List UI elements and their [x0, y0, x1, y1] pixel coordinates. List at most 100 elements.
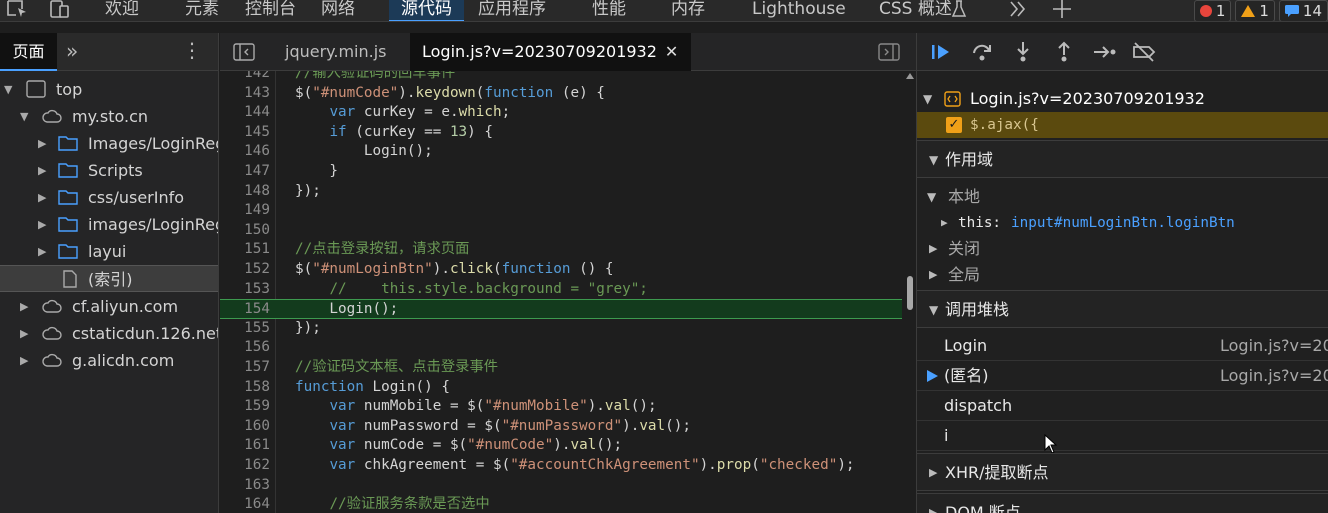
collapsed-triangle-icon[interactable]: ▶	[38, 184, 50, 211]
messages-badge[interactable]: 14	[1278, 0, 1328, 21]
code-line[interactable]: 162 var chkAgreement = $("#accountChkAgr…	[220, 456, 902, 476]
code-view[interactable]: 142 //输入验证码的回车事件 143 $("#numCode").keydown(…	[220, 71, 916, 513]
scope-section-header[interactable]: ▼ 作用域	[917, 140, 1328, 178]
tab-console[interactable]: 控制台	[233, 0, 308, 21]
line-number[interactable]: 153	[220, 280, 270, 300]
callstack-section-header[interactable]: ▼ 调用堆栈	[917, 290, 1328, 328]
tree-item-domain[interactable]: ▶ g.alicdn.com	[0, 347, 218, 374]
scrollbar-thumb[interactable]	[907, 276, 913, 310]
breakpoint-row[interactable]: ✓ $.ajax({	[917, 112, 1328, 138]
tab-page[interactable]: 页面	[0, 33, 57, 71]
collapsed-triangle-icon[interactable]: ▶	[38, 211, 50, 238]
line-number[interactable]: 164	[220, 495, 270, 513]
tree-item-folder[interactable]: ▶ Images/LoginRegi	[0, 130, 218, 157]
line-number[interactable]: 154	[220, 300, 270, 320]
code-line[interactable]: 149	[220, 201, 902, 221]
tree-item-file-selected[interactable]: (索引)	[0, 265, 218, 292]
code-line[interactable]: 151 //点击登录按钮，请求页面	[220, 240, 902, 260]
scope-local-row[interactable]: ▼ 本地	[917, 184, 1328, 210]
code-line[interactable]: 142 //输入验证码的回车事件	[220, 71, 902, 84]
line-number[interactable]: 151	[220, 240, 270, 260]
code-line[interactable]: 153 // this.style.background = "grey";	[220, 280, 902, 300]
toggle-debugger-icon[interactable]	[878, 43, 900, 61]
warnings-badge[interactable]: 1	[1235, 0, 1275, 21]
code-line[interactable]: 145 if (curKey == 13) {	[220, 123, 902, 143]
breakpoint-checkbox[interactable]: ✓	[946, 117, 962, 133]
step-into-icon[interactable]	[1010, 40, 1036, 64]
line-number[interactable]: 157	[220, 358, 270, 378]
tab-welcome[interactable]: 欢迎	[93, 0, 151, 21]
line-number[interactable]: 158	[220, 378, 270, 398]
collapsed-triangle-icon[interactable]: ▶	[941, 210, 953, 236]
line-number[interactable]: 142	[220, 71, 270, 84]
errors-badge[interactable]: 1	[1193, 0, 1232, 21]
line-number[interactable]: 144	[220, 103, 270, 123]
navigator-menu-icon[interactable]: ⋮	[182, 39, 202, 63]
xhr-breakpoints-header[interactable]: ▶ XHR/提取断点	[917, 453, 1328, 491]
expanded-triangle-icon[interactable]: ▼	[923, 86, 935, 112]
scroll-up-arrow-icon[interactable]	[906, 73, 914, 79]
collapsed-triangle-icon[interactable]: ▶	[929, 236, 941, 262]
code-line[interactable]: 157 //验证码文本框、点击登录事件	[220, 358, 902, 378]
code-line[interactable]: 147 }	[220, 162, 902, 182]
scope-this-row[interactable]: ▶ this: input#numLoginBtn.loginBtn	[917, 210, 1328, 236]
device-emulation-icon[interactable]	[48, 0, 72, 18]
inspect-element-icon[interactable]	[6, 0, 30, 18]
line-number[interactable]: 161	[220, 436, 270, 456]
tree-item-domain[interactable]: ▶ cstaticdun.126.net	[0, 320, 218, 347]
callstack-frame-current[interactable]: (匿名) Login.js?v=202	[917, 361, 1328, 391]
tree-item-folder[interactable]: ▶ layui	[0, 238, 218, 265]
editor-tab-login[interactable]: Login.js?v=20230709201932 ✕	[410, 33, 691, 71]
dom-breakpoints-header[interactable]: ▶ DOM 断点	[917, 493, 1328, 513]
code-line[interactable]: 146 Login();	[220, 142, 902, 162]
line-number[interactable]: 152	[220, 260, 270, 280]
callstack-frame[interactable]: dispatch	[917, 391, 1328, 421]
line-number[interactable]: 160	[220, 417, 270, 437]
code-line[interactable]: 164 //验证服务条款是否选中	[220, 495, 902, 513]
expanded-triangle-icon[interactable]: ▼	[929, 291, 941, 329]
step-out-icon[interactable]	[1051, 40, 1077, 64]
tree-item-domain[interactable]: ▶ cf.aliyun.com	[0, 293, 218, 320]
tree-item-folder[interactable]: ▶ Scripts	[0, 157, 218, 184]
code-line[interactable]: 161 var numCode = $("#numCode").val();	[220, 436, 902, 456]
collapsed-triangle-icon[interactable]: ▶	[20, 293, 32, 320]
code-line[interactable]: 163	[220, 476, 902, 496]
code-line[interactable]: 143 $("#numCode").keydown(function (e) {	[220, 84, 902, 104]
tab-css-overview[interactable]: CSS 概述	[867, 0, 964, 21]
line-number[interactable]: 143	[220, 84, 270, 104]
tree-item-domain[interactable]: ▼ my.sto.cn	[0, 103, 218, 130]
deactivate-breakpoints-icon[interactable]	[1131, 40, 1157, 64]
collapsed-triangle-icon[interactable]: ▶	[929, 262, 941, 288]
line-number[interactable]: 163	[220, 476, 270, 496]
collapsed-triangle-icon[interactable]: ▶	[38, 157, 50, 184]
more-tabs-chevron-icon[interactable]	[1006, 0, 1030, 18]
line-number[interactable]: 148	[220, 182, 270, 202]
editor-scrollbar[interactable]	[904, 71, 916, 513]
more-navigator-tabs-icon[interactable]: »	[66, 41, 88, 61]
add-tab-plus-icon[interactable]	[1050, 0, 1074, 18]
code-line[interactable]: 148});	[220, 182, 902, 202]
expanded-triangle-icon[interactable]: ▼	[20, 103, 32, 130]
collapsed-triangle-icon[interactable]: ▶	[929, 494, 941, 513]
tab-memory[interactable]: 内存	[659, 0, 717, 21]
scope-global-row[interactable]: ▶ 全局	[917, 262, 1328, 288]
collapsed-triangle-icon[interactable]: ▶	[38, 238, 50, 265]
code-line[interactable]: 158 function Login() {	[220, 378, 902, 398]
toggle-navigator-icon[interactable]	[233, 43, 255, 61]
tree-item-folder[interactable]: ▶ css/userInfo	[0, 184, 218, 211]
code-line[interactable]: 155});	[220, 319, 902, 339]
line-number[interactable]: 149	[220, 201, 270, 221]
tree-item-top[interactable]: ▼ top	[0, 76, 218, 103]
line-number[interactable]: 155	[220, 319, 270, 339]
tree-item-folder[interactable]: ▶ images/LoginRegi	[0, 211, 218, 238]
scope-closure-row[interactable]: ▶ 关闭	[917, 236, 1328, 262]
frame-location[interactable]: Login.js?v=202	[1220, 331, 1328, 361]
code-line[interactable]: 156	[220, 338, 902, 358]
code-line[interactable]: 144 var curKey = e.which;	[220, 103, 902, 123]
line-number[interactable]: 145	[220, 123, 270, 143]
code-line[interactable]: 152 $("#numLoginBtn").click(function () {	[220, 260, 902, 280]
tab-elements[interactable]: 元素	[173, 0, 231, 21]
code-line[interactable]: 160 var numPassword = $("#numPassword").…	[220, 417, 902, 437]
code-line[interactable]: 159 var numMobile = $("#numMobile").val(…	[220, 397, 902, 417]
expanded-triangle-icon[interactable]: ▼	[929, 141, 941, 179]
